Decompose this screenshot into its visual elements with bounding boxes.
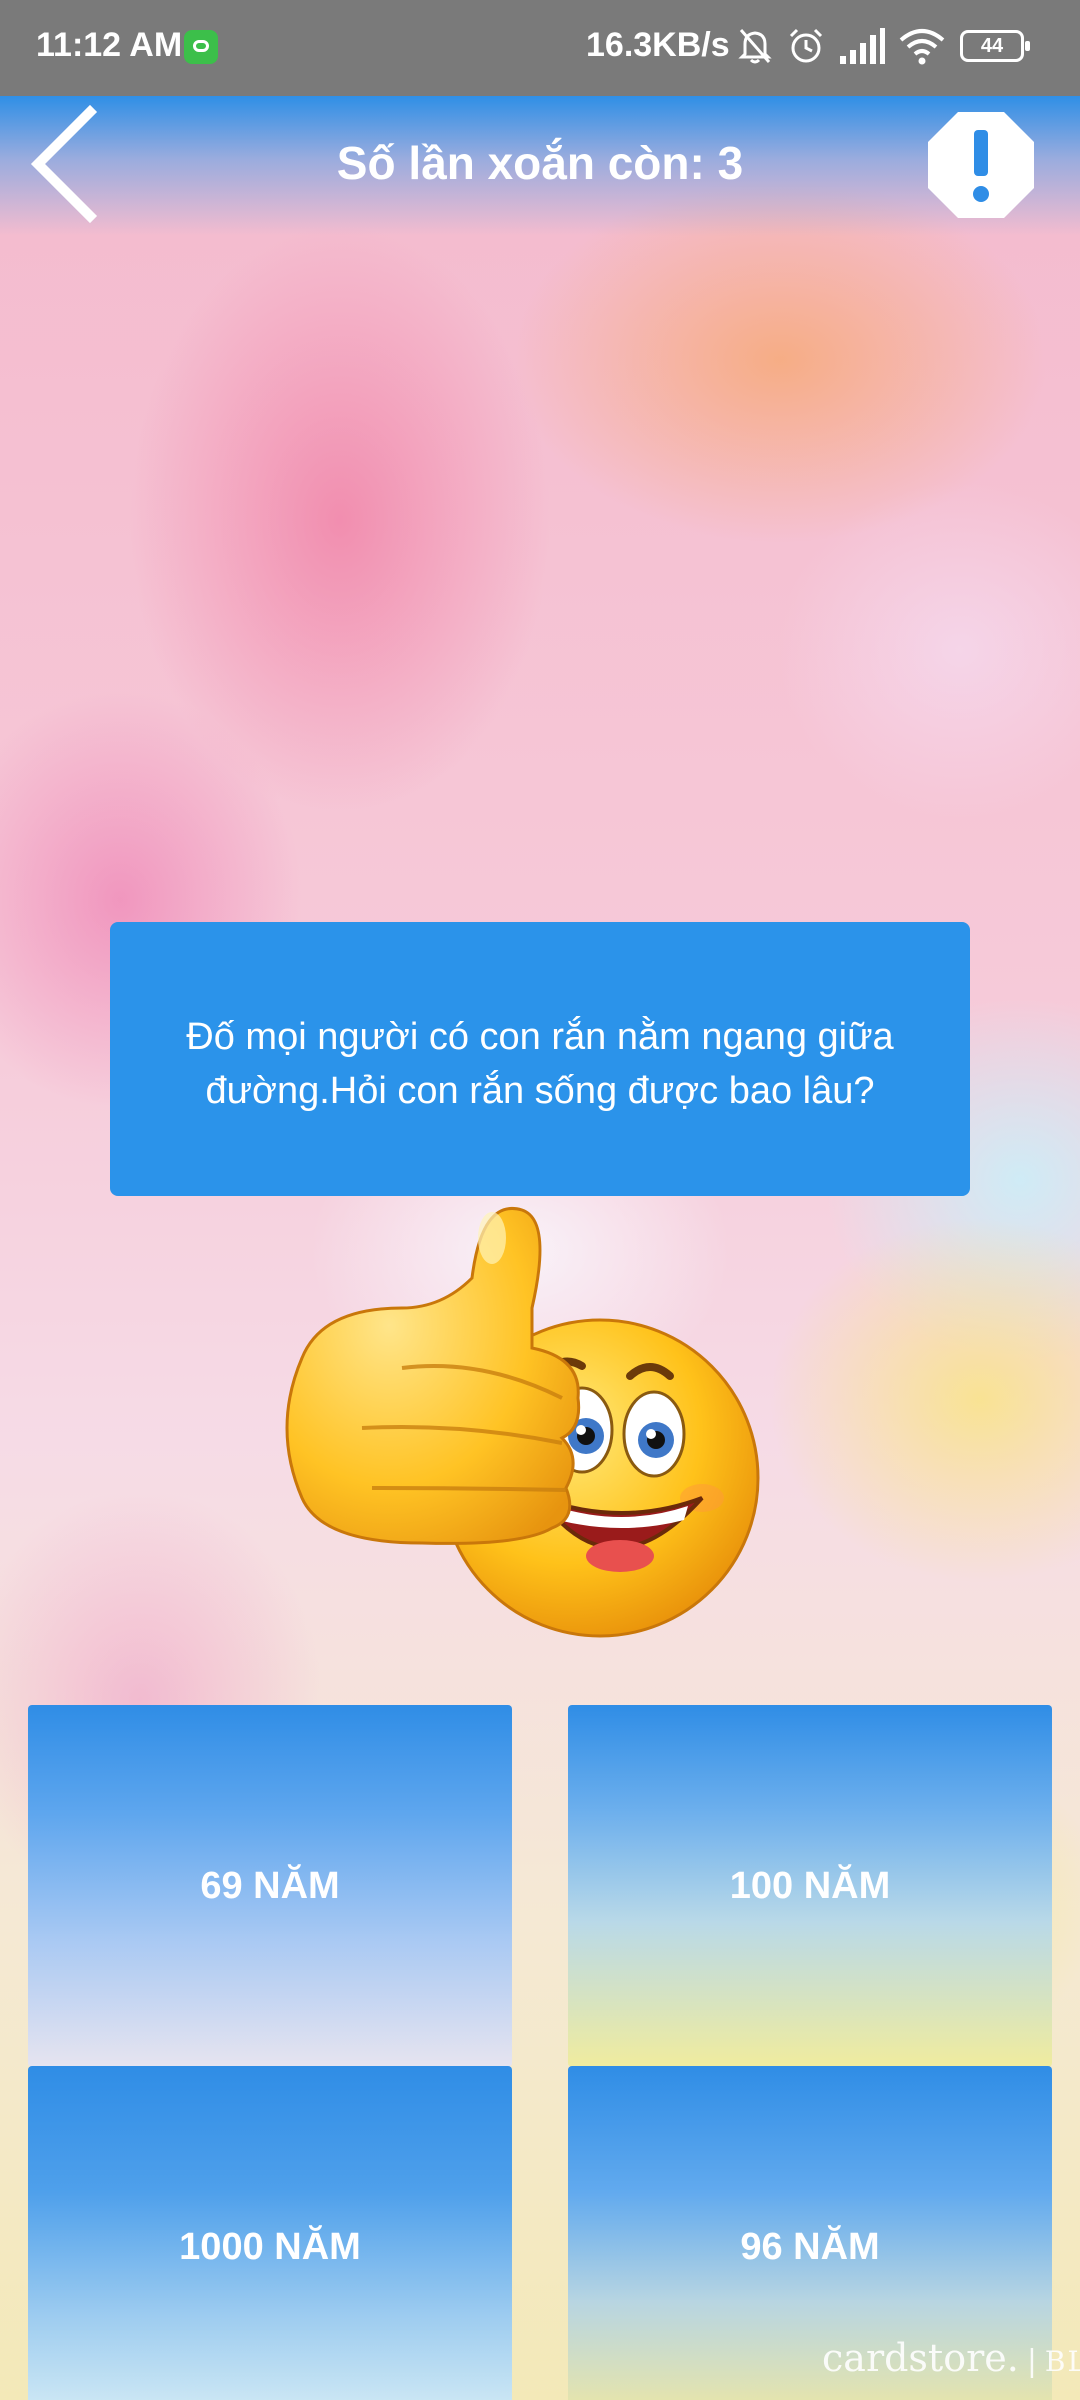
answer-label: 1000 NĂM — [179, 2225, 361, 2268]
watermark-suffix: BLOG — [1044, 2345, 1080, 2378]
watermark: cardstore.|BLOG — [822, 2336, 1080, 2380]
status-bar: 11:12 AM 16.3KB/s 44 — [0, 0, 1080, 96]
question-text: Đố mọi người có con rắn nằm ngang giữa đ… — [186, 1016, 894, 1112]
answer-option-1[interactable]: 69 NĂM — [28, 1705, 512, 2067]
wifi-icon — [899, 29, 945, 65]
mute-bell-icon — [738, 29, 772, 64]
answer-label: 96 NĂM — [740, 2225, 880, 2268]
screen: 11:12 AM 16.3KB/s 44 Số lần xoắn còn: 3 … — [0, 0, 1080, 2400]
exclamation-octagon-icon — [928, 112, 1034, 218]
thumbs-up-smiley-icon — [285, 1207, 760, 1638]
watermark-brand: cardstore. — [822, 2336, 1019, 2380]
signal-icon — [840, 28, 885, 64]
question-box: Đố mọi người có con rắn nằm ngang giữa đ… — [110, 922, 970, 1196]
answer-label: 100 NĂM — [729, 1864, 891, 1907]
battery-icon: 44 — [960, 30, 1030, 62]
page-title: Số lần xoắn còn: 3 — [336, 137, 744, 189]
answer-option-2[interactable]: 100 NĂM — [568, 1705, 1052, 2067]
answer-label: 69 NĂM — [200, 1864, 340, 1907]
answer-option-3[interactable]: 1000 NĂM — [28, 2066, 512, 2400]
alarm-icon — [789, 28, 823, 63]
network-speed: 16.3KB/s — [586, 26, 730, 64]
report-button[interactable] — [926, 110, 1036, 220]
chevron-left-icon — [30, 104, 98, 224]
app-notification-icon — [184, 30, 218, 64]
status-time: 11:12 AM — [36, 26, 183, 64]
back-button[interactable] — [20, 104, 110, 224]
